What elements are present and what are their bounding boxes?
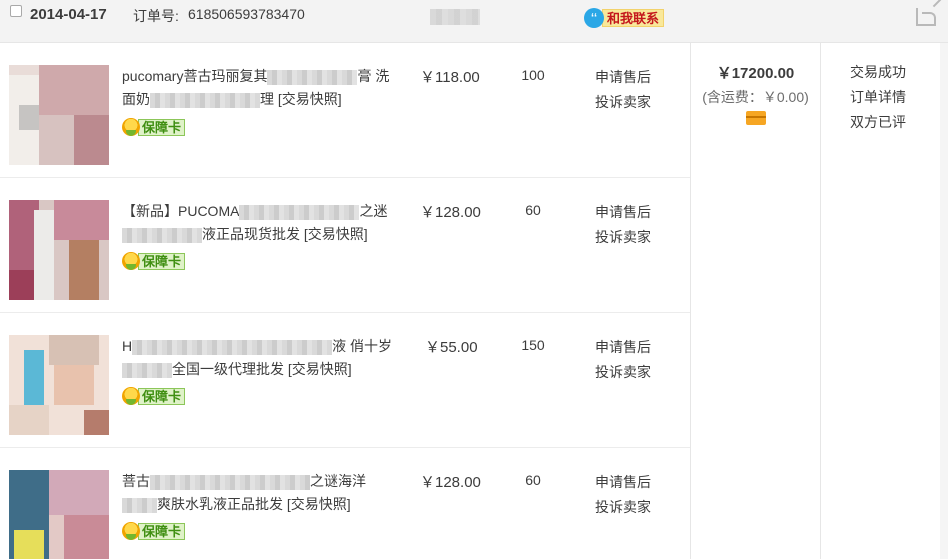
blurred-text [267, 69, 358, 85]
request-aftersale-link[interactable]: 申请售后 [595, 200, 651, 225]
guarantee-label: 保障卡 [138, 522, 186, 540]
order-item-row: 菩古 之谜海洋 爽肤水乳液正品批发 [交易快照] 保障卡 ￥128.00 60 申… [0, 448, 690, 559]
review-status: 双方已评 [850, 114, 906, 130]
product-title[interactable]: 【新品】PUCOMA 之迷 液正品现货批发 [交易快照] [122, 200, 397, 246]
quantity: 150 [521, 337, 545, 353]
guarantee-icon [122, 387, 140, 405]
product-title-text[interactable]: 面奶 [122, 91, 150, 107]
product-title-text[interactable]: 理 [260, 91, 274, 107]
item-actions: 申请售后 投诉卖家 [595, 65, 651, 115]
guarantee-label: 保障卡 [138, 252, 186, 270]
product-title[interactable]: pucomary菩古玛丽复其 膏 洗 面奶 理 [交易快照] [122, 65, 397, 111]
order-number-label: 订单号: [133, 8, 179, 24]
guarantee-icon [122, 252, 140, 270]
complain-seller-link[interactable]: 投诉卖家 [595, 495, 651, 520]
order-status-column: 交易成功 订单详情 双方已评 [850, 60, 906, 135]
guarantee-label: 保障卡 [138, 387, 186, 405]
item-actions: 申请售后 投诉卖家 [595, 335, 651, 385]
product-title-text[interactable]: pucomary菩古玛丽复其 [122, 68, 267, 84]
order-header: 2014-04-17 订单号: 618506593783470 ʻʻ 和我联系 [0, 0, 948, 43]
order-number: 618506593783470 [188, 6, 305, 22]
guarantee-badge[interactable]: 保障卡 [122, 118, 186, 136]
unit-price: ￥128.00 [420, 474, 481, 491]
product-thumbnail[interactable] [9, 65, 109, 165]
complain-seller-link[interactable]: 投诉卖家 [595, 225, 651, 250]
order-total-column: ￥17200.00 (含运费：￥0.00) [691, 62, 820, 128]
blurred-text [150, 92, 260, 108]
blurred-text [132, 339, 333, 355]
card-icon[interactable] [745, 111, 766, 125]
product-thumbnail[interactable] [9, 200, 109, 300]
scroll-edge [940, 43, 948, 559]
contact-seller-label: 和我联系 [602, 9, 665, 27]
complain-seller-link[interactable]: 投诉卖家 [595, 90, 651, 115]
product-title-text[interactable]: 【新品】PUCOMA [122, 203, 239, 219]
guarantee-icon [122, 118, 140, 136]
item-actions: 申请售后 投诉卖家 [595, 470, 651, 520]
shipping-fee: (含运费：￥0.00) [702, 89, 809, 105]
product-thumbnail[interactable] [9, 335, 109, 435]
trade-snapshot-link[interactable]: [交易快照] [288, 361, 352, 377]
blurred-text [239, 204, 360, 220]
trade-snapshot-link[interactable]: [交易快照] [278, 91, 342, 107]
column-divider [820, 43, 821, 559]
unit-price: ￥55.00 [425, 339, 478, 356]
blurred-text [150, 474, 310, 490]
order-item-row: H 液 俏十岁 全国一级代理批发 [交易快照] 保障卡 ￥55.00 150 申请… [0, 313, 690, 448]
chat-bubble-icon: ʻʻ [584, 8, 604, 28]
product-title[interactable]: H 液 俏十岁 全国一级代理批发 [交易快照] [122, 335, 397, 381]
seller-name-blurred[interactable] [430, 9, 480, 25]
order-item-row: pucomary菩古玛丽复其 膏 洗 面奶 理 [交易快照] 保障卡 ￥118.00… [0, 43, 690, 178]
unit-price: ￥128.00 [420, 204, 481, 221]
product-title-text[interactable]: H [122, 338, 132, 354]
product-title-text[interactable]: 全国一级代理批发 [172, 361, 284, 377]
guarantee-badge[interactable]: 保障卡 [122, 252, 186, 270]
guarantee-badge[interactable]: 保障卡 [122, 522, 186, 540]
product-thumbnail[interactable] [9, 470, 109, 559]
product-title-text[interactable]: 菩古 [122, 473, 150, 489]
blurred-text [122, 362, 172, 378]
product-title-text[interactable]: 之谜海洋 [310, 473, 366, 489]
order-item-row: 【新品】PUCOMA 之迷 液正品现货批发 [交易快照] 保障卡 ￥128.00 … [0, 178, 690, 313]
order-checkbox[interactable] [10, 5, 22, 17]
guarantee-label: 保障卡 [138, 118, 186, 136]
trade-snapshot-link[interactable]: [交易快照] [304, 226, 368, 242]
blurred-text [122, 497, 157, 513]
trade-status: 交易成功 [850, 64, 906, 80]
quantity: 100 [521, 67, 545, 83]
request-aftersale-link[interactable]: 申请售后 [595, 335, 651, 360]
quantity: 60 [525, 472, 541, 488]
product-title-text[interactable]: 液正品现货批发 [202, 226, 300, 242]
product-title-text[interactable]: 液 俏十岁 [332, 338, 392, 354]
guarantee-badge[interactable]: 保障卡 [122, 387, 186, 405]
product-title-text[interactable]: 爽肤水乳液正品批发 [157, 496, 283, 512]
blurred-text [122, 227, 202, 243]
product-title-text[interactable]: 膏 洗 [357, 68, 389, 84]
order-date: 2014-04-17 [30, 6, 107, 23]
request-aftersale-link[interactable]: 申请售后 [595, 470, 651, 495]
unit-price: ￥118.00 [420, 69, 480, 86]
complain-seller-link[interactable]: 投诉卖家 [595, 360, 651, 385]
trade-snapshot-link[interactable]: [交易快照] [287, 496, 351, 512]
order-details-link[interactable]: 订单详情 [850, 85, 906, 110]
quantity: 60 [525, 202, 541, 218]
product-title-text[interactable]: 之迷 [359, 203, 387, 219]
contact-seller-button[interactable]: ʻʻ 和我联系 [584, 8, 665, 28]
product-title[interactable]: 菩古 之谜海洋 爽肤水乳液正品批发 [交易快照] [122, 470, 397, 516]
item-actions: 申请售后 投诉卖家 [595, 200, 651, 250]
request-aftersale-link[interactable]: 申请售后 [595, 65, 651, 90]
order-total: ￥17200.00 [716, 65, 795, 82]
share-icon[interactable] [916, 8, 936, 26]
guarantee-icon [122, 522, 140, 540]
